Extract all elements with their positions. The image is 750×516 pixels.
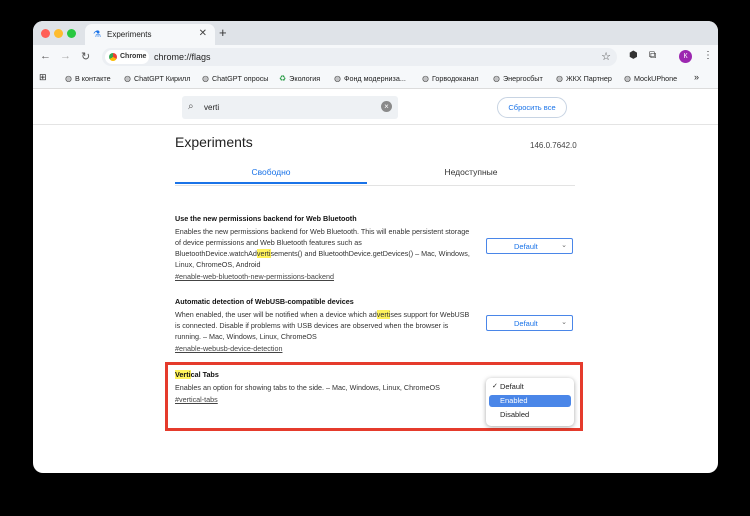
flag-link[interactable]: #enable-web-bluetooth-new-permissions-ba…: [175, 271, 475, 282]
globe-icon: ◍: [202, 74, 209, 83]
page-title: Experiments: [175, 134, 253, 150]
option-disabled[interactable]: Disabled: [489, 409, 571, 421]
bookmark-item[interactable]: ◍ В контакте: [65, 74, 111, 83]
tab-title: Experiments: [107, 30, 152, 39]
chrome-chip[interactable]: Chrome: [105, 50, 149, 64]
clear-search-icon[interactable]: ×: [381, 101, 392, 112]
recycle-icon: ♻: [279, 74, 287, 83]
globe-icon: ◍: [493, 74, 500, 83]
tab-available[interactable]: Свободно: [175, 164, 367, 184]
bookmark-item[interactable]: ◍ ChatGPT опросы: [202, 74, 268, 83]
tab-experiments[interactable]: ⚗ Experiments ✕: [85, 24, 215, 45]
flags-content: Experiments 146.0.7642.0 Свободно Недост…: [33, 125, 718, 473]
flag-dropdown-menu: ✓ Default Enabled Disabled: [486, 378, 574, 426]
globe-icon: ◍: [65, 74, 72, 83]
flask-icon: ⚗: [93, 29, 102, 39]
flag-title: Use the new permissions backend for Web …: [175, 214, 357, 223]
checkmark-icon: ✓: [492, 383, 498, 390]
option-default[interactable]: ✓ Default: [489, 381, 571, 393]
bookmark-item[interactable]: ◍ Фонд модерниза...: [334, 74, 406, 83]
flag-title: Vertical Tabs: [175, 370, 219, 379]
bookmark-item[interactable]: ◍ Энергосбыт: [493, 74, 543, 83]
flag-entry-vertical-tabs: Vertical Tabs Enables an option for show…: [175, 369, 475, 405]
flag-description: Enables an option for showing tabs to th…: [175, 383, 440, 392]
bookmark-star-icon[interactable]: ☆: [601, 50, 611, 63]
flag-title: Automatic detection of WebUSB-compatible…: [175, 297, 354, 306]
flag-description: Enables the new permissions backend for …: [175, 227, 470, 269]
tab-strip: ⚗ Experiments ✕ +: [33, 21, 718, 45]
version-label: 146.0.7642.0: [530, 141, 577, 150]
bookmark-item[interactable]: ◍ Горводоканал: [422, 74, 479, 83]
globe-icon: ◍: [334, 74, 341, 83]
tab-close-button[interactable]: ✕: [199, 28, 207, 39]
extensions-puzzle-icon[interactable]: ⧉: [649, 50, 656, 61]
globe-icon: ◍: [556, 74, 563, 83]
flag-entry: Automatic detection of WebUSB-compatible…: [175, 296, 475, 354]
flag-entry: Use the new permissions backend for Web …: [175, 213, 475, 282]
close-window-button[interactable]: [41, 29, 50, 38]
apps-grid-icon[interactable]: ⊞: [39, 72, 47, 83]
minimize-window-button[interactable]: [54, 29, 63, 38]
bookmarks-overflow-button[interactable]: »: [694, 72, 699, 82]
url-text[interactable]: chrome://flags: [154, 52, 211, 62]
bookmark-item[interactable]: ♻ Экология: [279, 74, 320, 83]
search-value: verti: [204, 103, 220, 112]
new-tab-button[interactable]: +: [219, 25, 227, 40]
flag-select[interactable]: Default ⌄: [486, 315, 573, 331]
bookmark-item[interactable]: ◍ ЖКХ Партнер: [556, 74, 612, 83]
globe-icon: ◍: [624, 74, 631, 83]
option-enabled[interactable]: Enabled: [489, 395, 571, 407]
address-bar[interactable]: Chrome chrome://flags ☆: [102, 48, 617, 66]
search-input[interactable]: ⌕ verti ×: [182, 96, 398, 119]
menu-kebab-icon[interactable]: ⋮: [703, 50, 713, 61]
maximize-window-button[interactable]: [67, 29, 76, 38]
bookmark-item[interactable]: ◍ ChatGPT Кирилл: [124, 74, 190, 83]
globe-icon: ◍: [422, 74, 429, 83]
flag-description: When enabled, the user will be notified …: [175, 310, 470, 341]
extension-shield-icon[interactable]: ⬢: [629, 50, 638, 61]
chevron-down-icon: ⌄: [561, 242, 567, 249]
flag-link[interactable]: #vertical-tabs: [175, 394, 475, 405]
tab-unavailable[interactable]: Недоступные: [375, 164, 567, 184]
search-icon: ⌕: [188, 101, 194, 112]
flag-select[interactable]: Default ⌄: [486, 238, 573, 254]
browser-window: ⚗ Experiments ✕ + ← → ↻ Chrome chrome://…: [33, 21, 718, 473]
toolbar: ← → ↻ Chrome chrome://flags ☆ ⬢ ⧉ К ⋮: [33, 45, 718, 69]
tab-divider: [175, 185, 575, 186]
flag-link[interactable]: #enable-webusb-device-detection: [175, 343, 475, 354]
chevron-down-icon: ⌄: [561, 319, 567, 326]
reload-button[interactable]: ↻: [81, 50, 90, 63]
bookmark-item[interactable]: ◍ MockUPhone: [624, 74, 677, 83]
reset-all-button[interactable]: Сбросить все: [497, 97, 567, 118]
forward-button[interactable]: →: [60, 50, 71, 62]
avatar[interactable]: К: [679, 50, 692, 63]
bookmarks-bar: ⊞ ◍ В контакте ◍ ChatGPT Кирилл ◍ ChatGPT о…: [33, 69, 718, 89]
flags-header: ⌕ verti × Сбросить все: [33, 89, 718, 125]
back-button[interactable]: ←: [40, 50, 51, 62]
globe-icon: ◍: [124, 74, 131, 83]
